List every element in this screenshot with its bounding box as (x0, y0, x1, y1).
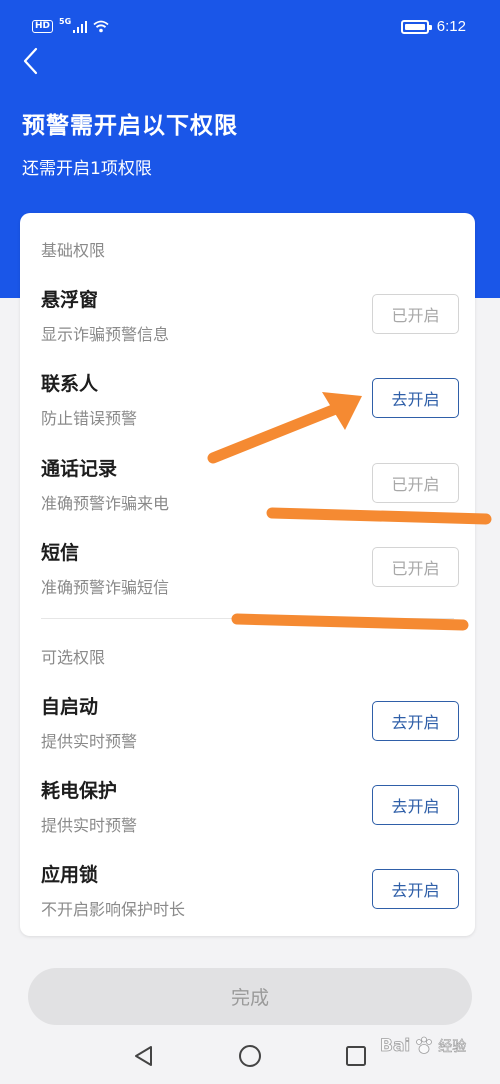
perm-name: 短信 (41, 542, 80, 564)
perm-item-autostart: 自启动 提供实时预警 去开启 (20, 692, 475, 762)
perm-enable-button[interactable]: 去开启 (372, 869, 459, 909)
perm-desc: 提供实时预警 (41, 732, 138, 751)
back-button[interactable] (14, 44, 46, 78)
network-type: 5G (59, 17, 72, 26)
page-subtitle: 还需开启1项权限 (22, 159, 152, 179)
perm-enabled-button[interactable]: 已开启 (372, 294, 459, 334)
perm-enable-button[interactable]: 去开启 (372, 378, 459, 418)
perm-enabled-button[interactable]: 已开启 (372, 463, 459, 503)
watermark-sub: 经验 (438, 1039, 467, 1056)
triangle-back-icon (135, 1046, 152, 1066)
battery-icon (400, 19, 432, 34)
perm-item-floating-window: 悬浮窗 显示诈骗预警信息 已开启 (20, 285, 475, 355)
hd-badge: HD (32, 20, 54, 33)
circle-home-icon (239, 1045, 261, 1067)
perm-item-battery-protection: 耗电保护 提供实时预警 去开启 (20, 776, 475, 846)
perm-name: 悬浮窗 (41, 289, 99, 311)
perm-name: 应用锁 (41, 864, 99, 886)
perm-enable-button[interactable]: 去开启 (372, 701, 459, 741)
watermark: Bai 经验 (380, 1036, 467, 1057)
nav-back-button[interactable] (128, 1040, 160, 1072)
perm-item-app-lock: 应用锁 不开启影响保护时长 去开启 (20, 860, 475, 930)
status-left: HD 5G (32, 17, 109, 33)
section-divider (41, 618, 454, 619)
perm-desc: 防止错误预警 (41, 409, 138, 428)
perm-desc: 准确预警诈骗来电 (41, 494, 170, 513)
status-right: 6:12 (400, 18, 466, 35)
perm-item-call-log: 通话记录 准确预警诈骗来电 已开启 (20, 454, 475, 524)
perm-desc: 提供实时预警 (41, 816, 138, 835)
page-title: 预警需开启以下权限 (22, 113, 238, 139)
optional-section-title: 可选权限 (41, 648, 106, 667)
clock: 6:12 (436, 18, 466, 35)
nav-home-button[interactable] (234, 1040, 266, 1072)
nav-recent-button[interactable] (340, 1040, 372, 1072)
square-recent-icon (346, 1046, 366, 1066)
perm-item-sms: 短信 准确预警诈骗短信 已开启 (20, 538, 475, 608)
perm-name: 通话记录 (41, 458, 118, 480)
chevron-left-icon (23, 47, 38, 75)
perm-desc: 显示诈骗预警信息 (41, 325, 170, 344)
perm-desc: 准确预警诈骗短信 (41, 578, 170, 597)
perm-name: 联系人 (41, 373, 99, 395)
permissions-card: 基础权限 悬浮窗 显示诈骗预警信息 已开启 联系人 防止错误预警 去开启 通话记… (20, 213, 475, 936)
basic-section-title: 基础权限 (41, 241, 106, 260)
signal-icon (73, 20, 88, 33)
paw-icon (416, 1036, 433, 1054)
perm-desc: 不开启影响保护时长 (41, 900, 186, 919)
done-button[interactable]: 完成 (28, 968, 472, 1025)
wifi-icon (93, 20, 109, 33)
perm-name: 耗电保护 (41, 780, 118, 802)
status-bar: HD 5G 6:12 (0, 0, 500, 56)
perm-enabled-button[interactable]: 已开启 (372, 547, 459, 587)
perm-enable-button[interactable]: 去开启 (372, 785, 459, 825)
perm-name: 自启动 (41, 696, 99, 718)
perm-item-contacts: 联系人 防止错误预警 去开启 (20, 369, 475, 439)
watermark-text: Bai (380, 1036, 411, 1057)
